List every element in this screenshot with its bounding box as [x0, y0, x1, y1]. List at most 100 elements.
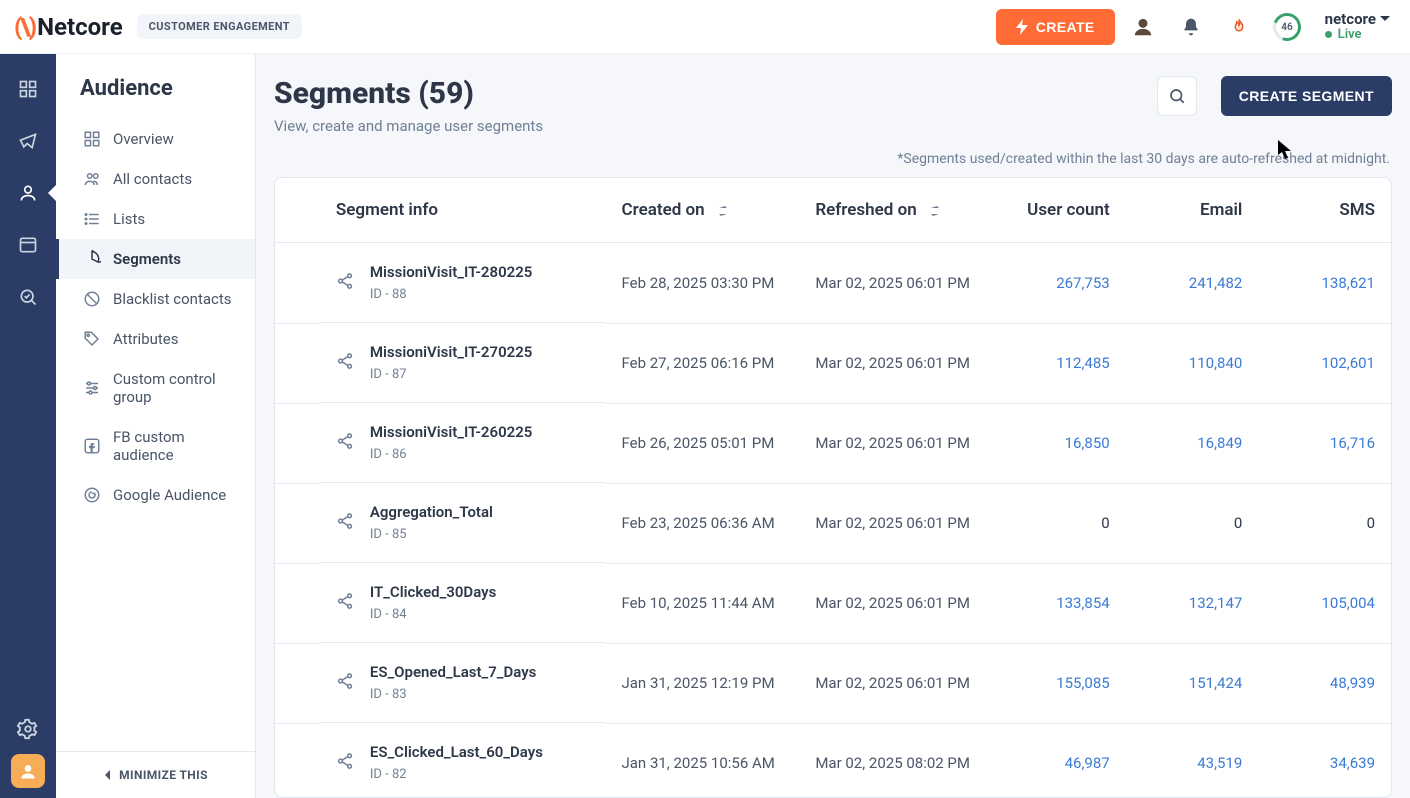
- cell-sms[interactable]: 105,004: [1321, 594, 1375, 612]
- minimize-sidebar[interactable]: MINIMIZE THIS: [56, 751, 255, 798]
- sidepanel-overview[interactable]: Overview: [56, 119, 255, 159]
- cell-email[interactable]: 16,849: [1197, 434, 1242, 452]
- sidepanel-title: Audience: [80, 76, 255, 101]
- cell-sms[interactable]: 34,639: [1330, 754, 1375, 772]
- account-status: Live: [1338, 28, 1362, 42]
- cell-email[interactable]: 110,840: [1189, 354, 1243, 372]
- cell-created: Feb 26, 2025 05:01 PM: [606, 403, 800, 483]
- rail-profile[interactable]: [11, 754, 45, 788]
- sidepanel-blacklist[interactable]: Blacklist contacts: [56, 279, 255, 319]
- sidepanel-item-label: FB custom audience: [113, 428, 245, 464]
- segment-name: Aggregation_Total: [370, 503, 493, 521]
- sidepanel-segments[interactable]: Segments: [56, 239, 255, 279]
- sidepanel: Audience Overview All contacts Lists Seg…: [56, 54, 256, 798]
- ban-icon: [83, 290, 101, 308]
- cell-sms[interactable]: 16,716: [1330, 434, 1375, 452]
- table-row[interactable]: ES_Opened_Last_7_DaysID - 83Jan 31, 2025…: [275, 643, 1391, 723]
- th-segment[interactable]: Segment info: [320, 178, 606, 243]
- cell-user-count[interactable]: 155,085: [1056, 674, 1110, 692]
- rail-campaigns[interactable]: [8, 118, 48, 164]
- cell-refreshed: Mar 02, 2025 08:02 PM: [799, 723, 993, 798]
- th-sms[interactable]: SMS: [1258, 178, 1391, 243]
- table-row[interactable]: MissioniVisit_IT-270225ID - 87Feb 27, 20…: [275, 323, 1391, 403]
- flame-icon[interactable]: [1219, 7, 1259, 47]
- topbar: (\) Netcore CUSTOMER ENGAGEMENT CREATE 4…: [0, 0, 1410, 54]
- search-icon: [1168, 87, 1186, 105]
- segment-name: MissioniVisit_IT-280225: [370, 263, 532, 281]
- cell-sms[interactable]: 138,621: [1321, 274, 1375, 292]
- segment-name: ES_Clicked_Last_60_Days: [370, 743, 543, 761]
- th-email[interactable]: Email: [1126, 178, 1259, 243]
- cell-sms[interactable]: 48,939: [1330, 674, 1375, 692]
- grid-icon: [83, 130, 101, 148]
- rail-analytics[interactable]: [8, 274, 48, 320]
- cell-refreshed: Mar 02, 2025 06:01 PM: [799, 323, 993, 403]
- status-dot-icon: [1325, 31, 1332, 38]
- lightning-icon: [1016, 19, 1028, 35]
- th-created[interactable]: Created on: [606, 178, 800, 243]
- th-refreshed[interactable]: Refreshed on: [799, 178, 993, 243]
- cell-refreshed: Mar 02, 2025 06:01 PM: [799, 403, 993, 483]
- cell-created: Feb 10, 2025 11:44 AM: [606, 563, 800, 643]
- share-icon[interactable]: [336, 512, 354, 534]
- brand-mark-icon: (\): [14, 13, 35, 41]
- create-button[interactable]: CREATE: [996, 9, 1115, 45]
- rail-content[interactable]: [8, 222, 48, 268]
- th-user-count[interactable]: User count: [993, 178, 1126, 243]
- search-button[interactable]: [1157, 76, 1197, 116]
- share-icon[interactable]: [336, 352, 354, 374]
- cell-user-count[interactable]: 46,987: [1065, 754, 1110, 772]
- rail-settings[interactable]: [17, 718, 39, 744]
- auto-refresh-note: *Segments used/created within the last 3…: [276, 151, 1390, 167]
- cell-email[interactable]: 132,147: [1189, 594, 1243, 612]
- main-content: Segments (59) View, create and manage us…: [256, 54, 1410, 798]
- segment-id: ID - 86: [370, 447, 532, 462]
- brand-name: Netcore: [37, 13, 123, 41]
- share-icon[interactable]: [336, 432, 354, 454]
- rail-dashboard[interactable]: [8, 66, 48, 112]
- avatar-icon[interactable]: [1123, 7, 1163, 47]
- sidepanel-lists[interactable]: Lists: [56, 199, 255, 239]
- create-segment-button[interactable]: CREATE SEGMENT: [1221, 76, 1392, 116]
- sidepanel-item-label: Custom control group: [113, 370, 245, 406]
- cell-email[interactable]: 241,482: [1189, 274, 1243, 292]
- chevron-left-icon: [103, 769, 113, 781]
- rail-audience[interactable]: [8, 170, 48, 216]
- cell-user-count[interactable]: 267,753: [1056, 274, 1110, 292]
- cell-refreshed: Mar 02, 2025 06:01 PM: [799, 643, 993, 723]
- table-row[interactable]: Aggregation_TotalID - 85Feb 23, 2025 06:…: [275, 483, 1391, 563]
- share-icon[interactable]: [336, 592, 354, 614]
- facebook-icon: [83, 437, 101, 455]
- share-icon[interactable]: [336, 272, 354, 294]
- cell-email[interactable]: 151,424: [1189, 674, 1243, 692]
- sidepanel-item-label: All contacts: [113, 170, 192, 188]
- cell-user-count[interactable]: 112,485: [1056, 354, 1110, 372]
- usage-ring[interactable]: 46: [1267, 7, 1307, 47]
- table-row[interactable]: ES_Clicked_Last_60_DaysID - 82Jan 31, 20…: [275, 723, 1391, 798]
- sidepanel-google-audience[interactable]: Google Audience: [56, 475, 255, 515]
- cell-created: Feb 23, 2025 06:36 AM: [606, 483, 800, 563]
- cell-user-count[interactable]: 16,850: [1065, 434, 1110, 452]
- cell-sms[interactable]: 102,601: [1321, 354, 1375, 372]
- account-menu[interactable]: netcore Live: [1325, 11, 1390, 42]
- table-row[interactable]: IT_Clicked_30DaysID - 84Feb 10, 2025 11:…: [275, 563, 1391, 643]
- table-row[interactable]: MissioniVisit_IT-280225 ID - 88 Feb 28, 20…: [275, 243, 1391, 324]
- cell-user-count: 0: [1101, 514, 1109, 532]
- brand-logo[interactable]: (\) Netcore: [14, 13, 123, 41]
- cell-created: Feb 27, 2025 06:16 PM: [606, 323, 800, 403]
- share-icon[interactable]: [336, 672, 354, 694]
- segment-id: ID - 84: [370, 607, 496, 622]
- cell-user-count[interactable]: 133,854: [1056, 594, 1110, 612]
- sort-icon: [717, 205, 729, 217]
- cell-created: Feb 28, 2025 03:30 PM: [606, 243, 800, 324]
- sidepanel-fb-audience[interactable]: FB custom audience: [56, 417, 255, 475]
- sidepanel-control-group[interactable]: Custom control group: [56, 359, 255, 417]
- sidepanel-attributes[interactable]: Attributes: [56, 319, 255, 359]
- cell-email[interactable]: 43,519: [1197, 754, 1242, 772]
- bell-icon[interactable]: [1171, 7, 1211, 47]
- sidepanel-all-contacts[interactable]: All contacts: [56, 159, 255, 199]
- segment-id: ID - 88: [370, 287, 532, 302]
- cell-email: 0: [1234, 514, 1242, 532]
- table-row[interactable]: MissioniVisit_IT-260225ID - 86Feb 26, 20…: [275, 403, 1391, 483]
- share-icon[interactable]: [336, 752, 354, 774]
